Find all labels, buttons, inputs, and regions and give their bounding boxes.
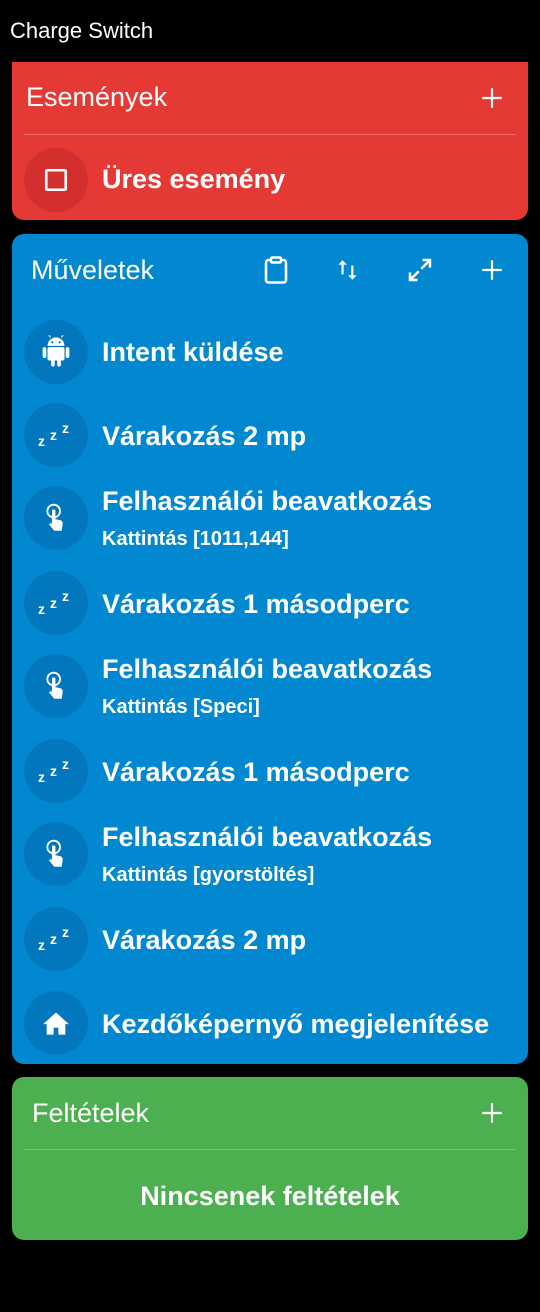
action-item-label: Várakozás 1 másodperc xyxy=(102,757,410,787)
action-item[interactable]: z z z Várakozás 2 mp xyxy=(12,907,528,973)
conditions-card: Feltételek Nincsenek feltételek xyxy=(12,1077,528,1240)
svg-text:z: z xyxy=(38,433,45,449)
actions-title: Műveletek xyxy=(31,255,155,285)
home-icon xyxy=(24,991,88,1055)
svg-text:z: z xyxy=(50,763,57,779)
event-item-label: Üres esemény xyxy=(102,164,286,194)
svg-text:z: z xyxy=(62,924,69,940)
action-item-detail: Kattintás [Speci] xyxy=(102,696,260,718)
clipboard-icon[interactable] xyxy=(256,250,296,290)
action-item-label: Felhasználói beavatkozás xyxy=(102,822,433,852)
sleep-icon: z z z xyxy=(24,571,88,635)
action-item[interactable]: Intent küldése xyxy=(12,320,528,386)
square-icon xyxy=(24,148,88,212)
sort-icon[interactable] xyxy=(328,250,368,290)
svg-text:z: z xyxy=(50,931,57,947)
conditions-header: Feltételek xyxy=(12,1077,528,1149)
divider xyxy=(24,134,516,135)
action-item[interactable]: z z z Várakozás 2 mp xyxy=(12,403,528,469)
action-item-label: Várakozás 2 mp xyxy=(102,925,307,955)
android-icon xyxy=(24,320,88,384)
action-item[interactable]: Felhasználói beavatkozás Kattintás [1011… xyxy=(12,486,528,552)
action-item-label: Intent küldése xyxy=(102,337,284,367)
action-item[interactable]: Kezdőképernyő megjelenítése xyxy=(12,991,528,1057)
touch-icon xyxy=(24,486,88,550)
actions-header: Műveletek xyxy=(12,234,528,306)
action-item[interactable]: z z z Várakozás 1 másodperc xyxy=(12,571,528,637)
sleep-icon: z z z xyxy=(24,403,88,467)
svg-text:z: z xyxy=(38,601,45,617)
action-item[interactable]: Felhasználói beavatkozás Kattintás [Spec… xyxy=(12,654,528,720)
event-item[interactable]: Üres esemény xyxy=(12,148,528,214)
action-item-label: Kezdőképernyő megjelenítése xyxy=(102,1009,490,1039)
divider xyxy=(24,1149,516,1150)
svg-text:z: z xyxy=(50,427,57,443)
plus-icon[interactable] xyxy=(472,1093,512,1133)
title-bar: Charge Switch xyxy=(0,0,540,60)
events-header: Események xyxy=(12,62,528,134)
svg-text:z: z xyxy=(62,756,69,772)
touch-icon xyxy=(24,822,88,886)
plus-icon[interactable] xyxy=(472,250,512,290)
plus-icon[interactable] xyxy=(472,78,512,118)
sleep-icon: z z z xyxy=(24,739,88,803)
app-title: Charge Switch xyxy=(10,18,154,43)
action-item-label: Felhasználói beavatkozás xyxy=(102,654,433,684)
sleep-icon: z z z xyxy=(24,907,88,971)
action-item-label: Várakozás 2 mp xyxy=(102,421,307,451)
action-item[interactable]: Felhasználói beavatkozás Kattintás [gyor… xyxy=(12,822,528,888)
svg-text:z: z xyxy=(62,420,69,436)
events-title: Események xyxy=(26,82,168,112)
action-item-detail: Kattintás [gyorstöltés] xyxy=(102,864,315,886)
svg-text:z: z xyxy=(38,769,45,785)
action-item-label: Várakozás 1 másodperc xyxy=(102,589,410,619)
expand-icon[interactable] xyxy=(400,250,440,290)
svg-text:z: z xyxy=(50,595,57,611)
events-card: Események Üres esemény xyxy=(12,62,528,220)
actions-card: Műveletek Intent küldése z z z Várakozás… xyxy=(12,234,528,1064)
touch-icon xyxy=(24,654,88,718)
conditions-title: Feltételek xyxy=(32,1098,150,1128)
action-item[interactable]: z z z Várakozás 1 másodperc xyxy=(12,739,528,805)
svg-text:z: z xyxy=(38,937,45,953)
action-item-detail: Kattintás [1011,144] xyxy=(102,528,289,550)
action-item-label: Felhasználói beavatkozás xyxy=(102,486,433,516)
conditions-empty-label: Nincsenek feltételek xyxy=(140,1181,400,1211)
svg-text:z: z xyxy=(62,588,69,604)
